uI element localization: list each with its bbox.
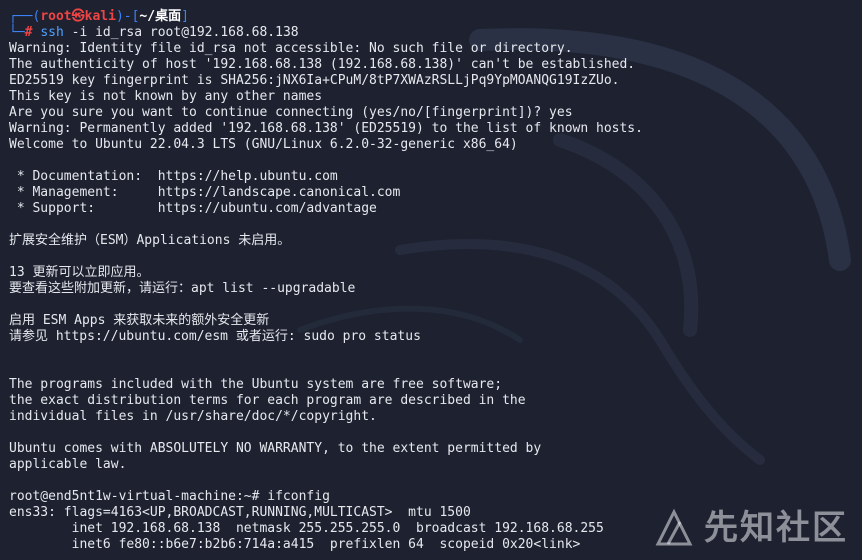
prompt-directory: ~/桌面 [139, 9, 182, 24]
watermark-text: 先知社区 [704, 508, 848, 548]
output-line: 请参见 https://ubuntu.com/esm 或者运行: sudo pr… [9, 329, 421, 344]
output-line: 扩展安全维护（ESM）Applications 未启用。 [9, 233, 291, 248]
output-line: applicable law. [9, 457, 127, 472]
output-line: Warning: Identity file id_rsa not access… [9, 41, 573, 56]
output-line: 要查看这些附加更新，请运行：apt list --upgradable [9, 281, 356, 296]
prompt-user-host: root㉿kali [40, 9, 116, 24]
output-line: The authenticity of host '192.168.68.138… [9, 57, 636, 72]
output-line: 启用 ESM Apps 来获取未来的额外安全更新 [9, 313, 270, 328]
output-line: root@end5nt1w-virtual-machine:~# ifconfi… [9, 489, 330, 504]
terminal-output[interactable]: ┌──(root㉿kali)-[~/桌面] └─# ssh -i id_rsa … [9, 9, 862, 553]
output-line: * Documentation: https://help.ubuntu.com [9, 169, 338, 184]
xianzhi-logo-icon [655, 508, 693, 546]
output-line: This key is not known by any other names [9, 89, 323, 104]
prompt-hash: # [24, 25, 33, 40]
command-line: └─# ssh -i id_rsa root@192.168.68.138 [9, 25, 299, 40]
watermark: 先知社区 [654, 508, 848, 548]
output-line: The programs included with the Ubuntu sy… [9, 377, 503, 392]
output-line: individual files in /usr/share/doc/*/cop… [9, 409, 377, 424]
command-name: ssh [40, 25, 64, 40]
output-line: 13 更新可以立即应用。 [9, 265, 150, 280]
command-args: -i id_rsa root@192.168.68.138 [63, 25, 299, 40]
output-line: ED25519 key fingerprint is SHA256:jNX6Ia… [9, 73, 620, 88]
output-line: * Management: https://landscape.canonica… [9, 185, 401, 200]
output-line: * Support: https://ubuntu.com/advantage [9, 201, 377, 216]
output-line: Ubuntu comes with ABSOLUTELY NO WARRANTY… [9, 441, 542, 456]
output-line: the exact distribution terms for each pr… [9, 393, 526, 408]
command-output: Warning: Identity file id_rsa not access… [9, 41, 862, 553]
output-line: Warning: Permanently added '192.168.68.1… [9, 121, 643, 136]
output-line: Are you sure you want to continue connec… [9, 105, 573, 120]
prompt-header: ┌──(root㉿kali)-[~/桌面] [9, 9, 189, 24]
output-line: Welcome to Ubuntu 22.04.3 LTS (GNU/Linux… [9, 137, 518, 152]
